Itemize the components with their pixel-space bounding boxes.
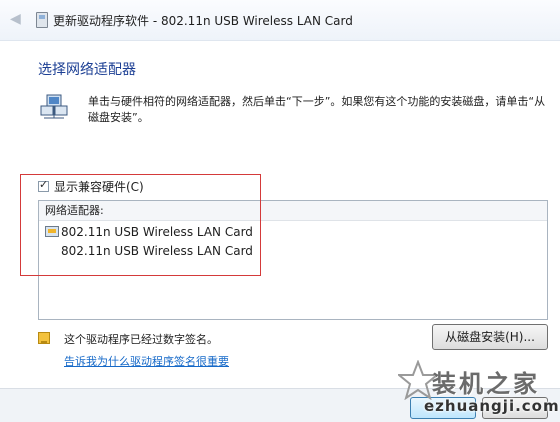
have-disk-button[interactable]: 从磁盘安装(H)... — [432, 324, 548, 350]
window-title: 更新驱动程序软件 - 802.11n USB Wireless LAN Card — [53, 14, 353, 28]
signature-status-text: 这个驱动程序已经过数字签名。 — [64, 333, 218, 346]
signature-info-link[interactable]: 告诉我为什么驱动程序签名很重要 — [64, 353, 229, 369]
instruction-text: 单击与硬件相符的网络适配器，然后单击“下一步”。如果您有这个功能的安装磁盘，请单… — [88, 95, 546, 124]
highlight-box — [20, 174, 261, 276]
title-bar: ◀ 更新驱动程序软件 - 802.11n USB Wireless LAN Ca… — [0, 0, 560, 41]
device-icon — [36, 12, 48, 28]
certificate-icon — [38, 332, 50, 344]
back-arrow-icon[interactable]: ◀ — [10, 11, 26, 27]
network-computer-icon — [40, 94, 68, 119]
watermark-brand: 装机之家 — [432, 370, 540, 398]
page-heading: 选择网络适配器 — [38, 62, 136, 78]
watermark-url: ezhuangji.com — [424, 397, 560, 415]
